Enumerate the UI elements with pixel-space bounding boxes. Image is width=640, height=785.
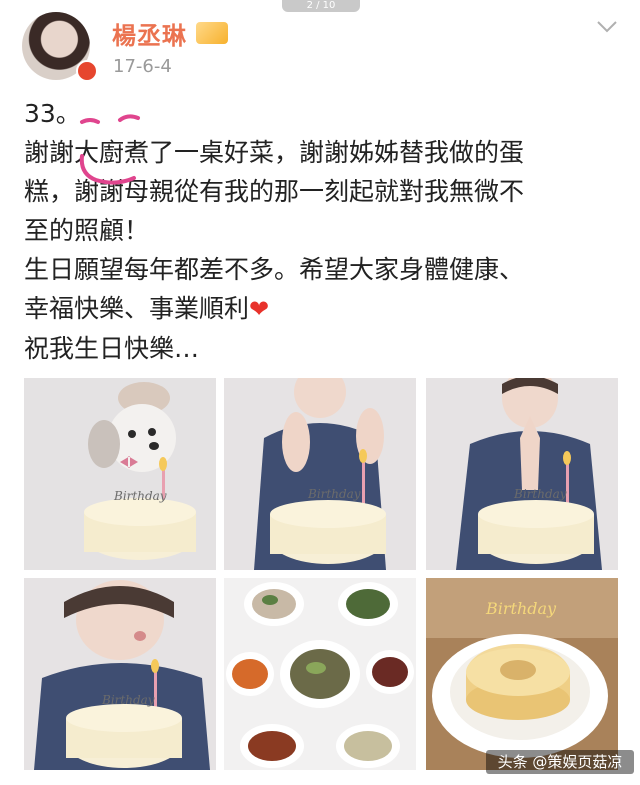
page-indicator: 2 / 10	[282, 0, 360, 12]
photo-grid: Birthday Birthday Birthday Birthday Birt…	[24, 378, 618, 770]
post-line: 糕，謝謝母親從有我的那一刻起就對我無微不	[24, 177, 525, 206]
heart-icon: ❤	[249, 295, 270, 323]
post-line-with-heart: 幸福快樂、事業順利❤	[24, 289, 624, 329]
photo-bundt-cake[interactable]: Birthday	[426, 578, 618, 770]
svg-text:Birthday: Birthday	[513, 487, 567, 501]
photo-clapping[interactable]: Birthday	[224, 378, 416, 570]
watermark: 头条 @策娱页菇凉	[486, 750, 634, 774]
vip-badge-icon	[196, 22, 228, 44]
photo-dishes[interactable]	[224, 578, 416, 770]
post-date: 17-6-4	[113, 56, 172, 77]
photo-wishing[interactable]: Birthday	[426, 378, 618, 570]
username[interactable]: 楊丞琳	[112, 16, 187, 51]
post-line: 祝我生日快樂…	[24, 334, 200, 363]
post-line: 至的照顧！	[24, 216, 150, 245]
post-line: 33。	[24, 99, 81, 128]
photo-blowing-candle[interactable]: Birthday	[24, 578, 216, 770]
photo-cake-with-dog[interactable]: Birthday	[24, 378, 216, 570]
svg-text:Birthday: Birthday	[113, 489, 167, 503]
chevron-down-icon[interactable]	[596, 18, 618, 36]
svg-text:Birthday: Birthday	[485, 599, 557, 618]
verified-badge-icon	[76, 60, 98, 82]
svg-text:Birthday: Birthday	[101, 693, 155, 707]
post-text: 33。 謝謝大廚煮了一桌好菜，謝謝姊姊替我做的蛋 糕，謝謝母親從有我的那一刻起就…	[24, 94, 624, 368]
post-line: 謝謝大廚煮了一桌好菜，謝謝姊姊替我做的蛋	[24, 138, 525, 167]
post-line: 生日願望每年都差不多。希望大家身體健康、	[24, 255, 525, 284]
post-line: 幸福快樂、事業順利	[24, 294, 250, 323]
svg-text:Birthday: Birthday	[307, 487, 361, 501]
